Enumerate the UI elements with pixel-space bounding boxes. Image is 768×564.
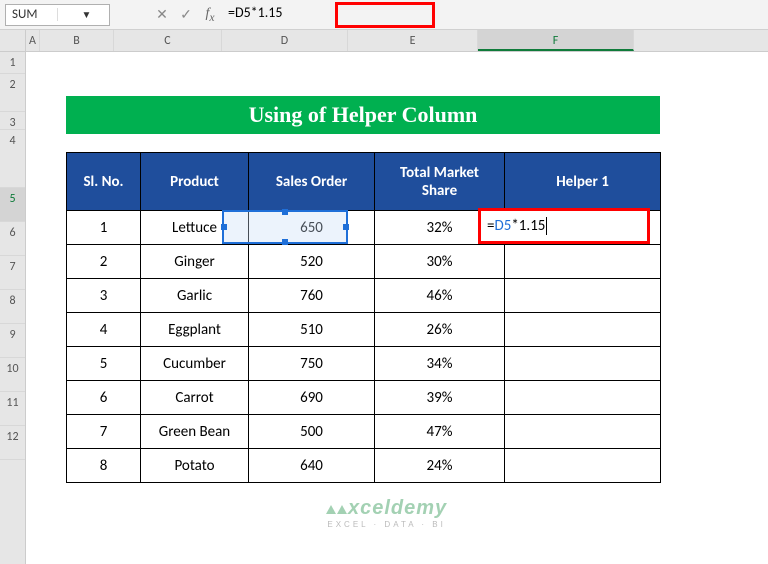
table-row: 5Cucumber75034% [67,347,661,381]
row-header-9[interactable]: 9 [0,324,25,358]
column-headers: A B C D E F [26,30,768,52]
header-market-share[interactable]: Total Market Share [375,153,505,211]
active-editing-cell[interactable]: =D5*1.15 [478,208,650,244]
header-slno[interactable]: Sl. No. [67,153,141,211]
cancel-icon[interactable]: ✕ [150,6,174,23]
row-header-2[interactable]: 2 [0,74,25,112]
row-header-12[interactable]: 12 [0,426,25,460]
formula-bar: SUM ▼ ✕ ✓ fx =D5*1.15 [0,0,768,30]
dropdown-icon[interactable]: ▼ [57,8,109,21]
header-helper1[interactable]: Helper 1 [505,153,661,211]
header-product[interactable]: Product [141,153,249,211]
col-header-a[interactable]: A [26,30,40,51]
enter-icon[interactable]: ✓ [174,6,198,23]
col-header-b[interactable]: B [40,30,114,51]
header-sales-order[interactable]: Sales Order [249,153,375,211]
table-row: 6Carrot69039% [67,381,661,415]
table-header-row: Sl. No. Product Sales Order Total Market… [67,153,661,211]
formula-reference: D5 [494,217,511,235]
row-header-10[interactable]: 10 [0,358,25,392]
row-header-4[interactable]: 4 [0,130,25,188]
row-header-11[interactable]: 11 [0,392,25,426]
row-header-6[interactable]: 6 [0,222,25,256]
col-header-e[interactable]: E [348,30,478,51]
data-table: Sl. No. Product Sales Order Total Market… [66,152,661,483]
table-row: 4Eggplant51026% [67,313,661,347]
name-box-value: SUM [6,7,57,22]
table-row: 3Garlic76046% [67,279,661,313]
formula-suffix: *1.15 [511,217,545,235]
formula-prefix: = [487,217,494,235]
title-banner: Using of Helper Column [66,96,660,134]
fx-icon[interactable]: fx [198,6,222,24]
select-all-corner[interactable] [0,30,25,52]
table-row: 2Ginger52030% [67,245,661,279]
row-header-1[interactable]: 1 [0,52,25,74]
row-header-7[interactable]: 7 [0,256,25,290]
formula-input[interactable]: =D5*1.15 [222,4,768,26]
row-header-3[interactable]: 3 [0,112,25,130]
text-caret [546,217,547,235]
row-header-5[interactable]: 5 [0,188,25,222]
row-header-8[interactable]: 8 [0,290,25,324]
name-box[interactable]: SUM ▼ [5,4,110,26]
col-header-c[interactable]: C [114,30,222,51]
row-headers: 1 2 3 4 5 6 7 8 9 10 11 12 [0,30,26,564]
col-header-f[interactable]: F [478,30,634,51]
table-row: 8Potato64024% [67,449,661,483]
watermark: xceldemy EXCEL · DATA · BI [326,497,447,529]
col-header-d[interactable]: D [222,30,348,51]
table-row: 7Green Bean50047% [67,415,661,449]
